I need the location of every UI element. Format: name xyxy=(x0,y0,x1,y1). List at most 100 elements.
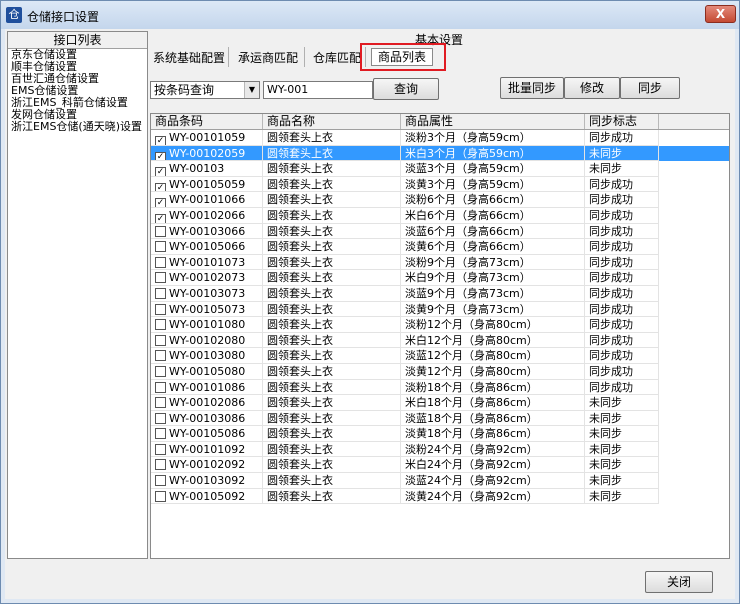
title-bar[interactable]: 仓 仓储接口设置 X xyxy=(1,1,739,29)
name-cell: 圆领套头上衣 xyxy=(263,473,401,489)
row-checkbox[interactable] xyxy=(155,272,166,284)
column-header-barcode[interactable]: 商品条码 xyxy=(151,114,263,129)
table-row[interactable]: WY-00103066 圆领套头上衣 淡蓝6个月（身高66cm） 同步成功 xyxy=(151,223,729,240)
row-checkbox[interactable]: ✓ xyxy=(155,198,166,207)
row-checkbox[interactable] xyxy=(155,381,166,393)
table-row[interactable]: WY-00103092 圆领套头上衣 淡蓝24个月（身高92cm） 未同步 xyxy=(151,473,729,489)
attr-cell: 淡粉3个月（身高59cm） xyxy=(401,130,585,146)
table-row[interactable]: WY-00101073 圆领套头上衣 淡粉9个月（身高73cm） 同步成功 xyxy=(151,254,729,271)
query-button[interactable]: 查询 xyxy=(373,78,439,100)
table-header: 商品条码 商品名称 商品属性 同步标志 xyxy=(151,114,729,130)
close-window-button[interactable]: X xyxy=(705,5,736,23)
barcode-cell: WY-00102073 xyxy=(151,270,263,286)
status-cell: 同步成功 xyxy=(585,207,659,224)
row-checkbox[interactable] xyxy=(155,225,166,237)
barcode-text: WY-00103 xyxy=(169,162,225,176)
table-row[interactable]: ✓ WY-00102066 圆领套头上衣 米白6个月（身高66cm） 同步成功 xyxy=(151,207,729,224)
name-cell: 圆领套头上衣 xyxy=(263,254,401,271)
product-table: 商品条码 商品名称 商品属性 同步标志 ✓ WY-00101059 圆领套头上衣 淡粉… xyxy=(150,113,730,559)
row-checkbox[interactable]: ✓ xyxy=(155,136,166,145)
attr-cell: 淡粉18个月（身高86cm） xyxy=(401,379,585,396)
table-row[interactable]: WY-00103080 圆领套头上衣 淡蓝12个月（身高80cm） 同步成功 xyxy=(151,348,729,364)
query-mode-select[interactable]: 按条码查询 ▼ xyxy=(150,81,260,99)
barcode-text: WY-00102080 xyxy=(169,333,246,347)
row-checkbox[interactable] xyxy=(155,397,166,409)
table-row[interactable]: ✓ WY-00105059 圆领套头上衣 淡黄3个月（身高59cm） 同步成功 xyxy=(151,176,729,193)
table-row[interactable]: WY-00102092 圆领套头上衣 米白24个月（身高92cm） 未同步 xyxy=(151,457,729,474)
row-checkbox[interactable] xyxy=(155,241,166,253)
row-checkbox[interactable]: ✓ xyxy=(155,213,166,223)
status-cell: 同步成功 xyxy=(585,363,659,380)
column-header-status[interactable]: 同步标志 xyxy=(585,114,659,129)
interface-list-item[interactable]: 浙江EMS仓储(通天晓)设置 xyxy=(8,121,147,133)
status-cell: 未同步 xyxy=(585,441,659,458)
search-input[interactable]: WY-001 xyxy=(263,81,373,99)
barcode-text: WY-00103080 xyxy=(169,349,246,363)
chevron-down-icon[interactable]: ▼ xyxy=(244,82,259,98)
row-checkbox[interactable] xyxy=(155,412,166,424)
barcode-cell: WY-00102086 xyxy=(151,395,263,411)
table-row[interactable]: WY-00102080 圆领套头上衣 米白12个月（身高80cm） 同步成功 xyxy=(151,332,729,349)
barcode-cell: WY-00101080 xyxy=(151,317,263,333)
tab-warehouse-match[interactable]: 仓库匹配 xyxy=(313,49,361,67)
row-checkbox[interactable] xyxy=(155,287,166,299)
row-checkbox[interactable] xyxy=(155,443,166,455)
close-button[interactable]: 关闭 xyxy=(645,571,713,593)
row-checkbox[interactable] xyxy=(155,459,166,471)
column-header-attr[interactable]: 商品属性 xyxy=(401,114,585,129)
row-checkbox[interactable]: ✓ xyxy=(155,151,166,161)
row-checkbox[interactable] xyxy=(155,319,166,331)
name-cell: 圆领套头上衣 xyxy=(263,426,401,442)
tab-carrier-match[interactable]: 承运商匹配 xyxy=(238,49,298,67)
row-checkbox[interactable] xyxy=(155,303,166,315)
table-row[interactable]: WY-00105066 圆领套头上衣 淡黄6个月（身高66cm） 同步成功 xyxy=(151,239,729,255)
barcode-cell: WY-00105092 xyxy=(151,488,263,505)
column-header-name[interactable]: 商品名称 xyxy=(263,114,401,129)
attr-cell: 淡蓝12个月（身高80cm） xyxy=(401,348,585,364)
table-row[interactable]: WY-00105080 圆领套头上衣 淡黄12个月（身高80cm） 同步成功 xyxy=(151,363,729,380)
row-checkbox[interactable] xyxy=(155,475,166,487)
name-cell: 圆领套头上衣 xyxy=(263,223,401,240)
attr-cell: 米白9个月（身高73cm） xyxy=(401,270,585,286)
row-checkbox[interactable]: ✓ xyxy=(155,182,166,192)
name-cell: 圆领套头上衣 xyxy=(263,488,401,505)
status-cell: 同步成功 xyxy=(585,332,659,349)
table-row[interactable]: ✓ WY-00103 圆领套头上衣 淡蓝3个月（身高59cm） 未同步 xyxy=(151,161,729,177)
row-checkbox[interactable] xyxy=(155,350,166,362)
table-row[interactable]: WY-00102073 圆领套头上衣 米白9个月（身高73cm） 同步成功 xyxy=(151,270,729,286)
table-row[interactable]: ✓ WY-00102059 圆领套头上衣 米白3个月（身高59cm） 未同步 xyxy=(151,145,729,162)
table-row[interactable]: WY-00103073 圆领套头上衣 淡蓝9个月（身高73cm） 同步成功 xyxy=(151,285,729,302)
row-checkbox[interactable] xyxy=(155,256,166,268)
table-row[interactable]: WY-00101080 圆领套头上衣 淡粉12个月（身高80cm） 同步成功 xyxy=(151,317,729,333)
row-checkbox[interactable] xyxy=(155,365,166,377)
table-row[interactable]: WY-00105086 圆领套头上衣 淡黄18个月（身高86cm） 未同步 xyxy=(151,426,729,442)
status-cell: 未同步 xyxy=(585,457,659,474)
interface-list-header: 接口列表 xyxy=(8,32,147,49)
table-row[interactable]: WY-00101086 圆领套头上衣 淡粉18个月（身高86cm） 同步成功 xyxy=(151,379,729,396)
row-checkbox[interactable] xyxy=(155,490,166,502)
status-cell: 未同步 xyxy=(585,161,659,177)
row-checkbox[interactable] xyxy=(155,428,166,440)
table-row[interactable]: WY-00102086 圆领套头上衣 米白18个月（身高86cm） 未同步 xyxy=(151,395,729,411)
attr-cell: 淡粉24个月（身高92cm） xyxy=(401,441,585,458)
table-row[interactable]: WY-00103086 圆领套头上衣 淡蓝18个月（身高86cm） 未同步 xyxy=(151,410,729,427)
table-row[interactable]: WY-00105092 圆领套头上衣 淡黄24个月（身高92cm） 未同步 xyxy=(151,488,729,505)
barcode-cell: WY-00102092 xyxy=(151,457,263,474)
barcode-cell: WY-00105086 xyxy=(151,426,263,442)
table-row[interactable]: WY-00105073 圆领套头上衣 淡黄9个月（身高73cm） 同步成功 xyxy=(151,301,729,318)
barcode-text: WY-00105092 xyxy=(169,489,246,503)
table-row[interactable]: ✓ WY-00101066 圆领套头上衣 淡粉6个月（身高66cm） 同步成功 xyxy=(151,192,729,208)
row-checkbox[interactable] xyxy=(155,334,166,346)
batch-sync-button[interactable]: 批量同步 xyxy=(500,77,564,99)
tab-system-config[interactable]: 系统基础配置 xyxy=(153,49,225,67)
barcode-text: WY-00105080 xyxy=(169,364,246,378)
barcode-cell: ✓ WY-00103 xyxy=(151,161,263,177)
sync-button[interactable]: 同步 xyxy=(620,77,680,99)
row-checkbox[interactable]: ✓ xyxy=(155,167,166,176)
barcode-text: WY-00105066 xyxy=(169,240,246,254)
modify-button[interactable]: 修改 xyxy=(564,77,620,99)
table-row[interactable]: WY-00101092 圆领套头上衣 淡粉24个月（身高92cm） 未同步 xyxy=(151,441,729,458)
table-row[interactable]: ✓ WY-00101059 圆领套头上衣 淡粉3个月（身高59cm） 同步成功 xyxy=(151,130,729,146)
active-tab-highlight xyxy=(360,43,446,71)
status-cell: 同步成功 xyxy=(585,348,659,364)
